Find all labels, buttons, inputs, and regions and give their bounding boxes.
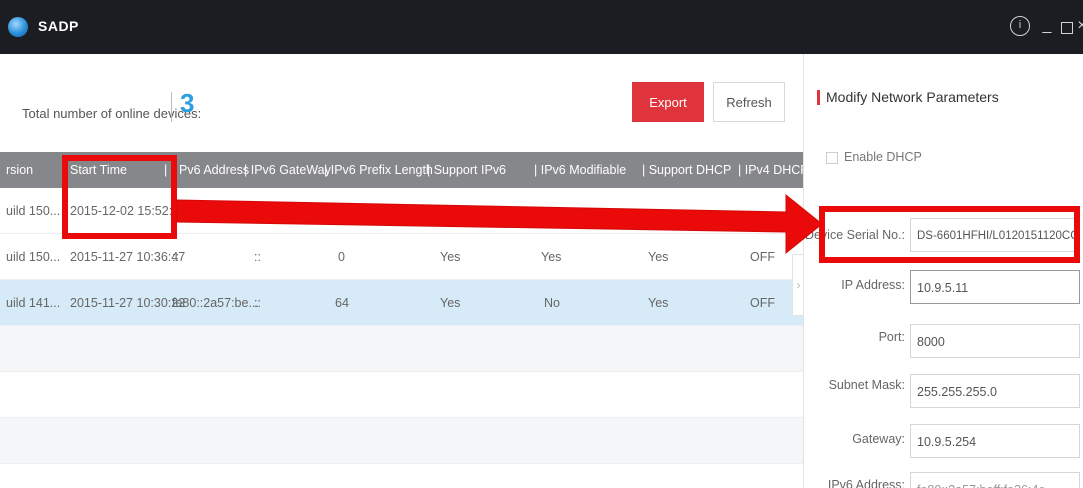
device-list-pane: Total number of online devices: 3 Export…: [0, 54, 803, 488]
cell-support-ipv6: Yes: [440, 296, 461, 310]
column-header-ipv6-modifiable[interactable]: | IPv6 Modifiable: [534, 152, 626, 188]
close-icon[interactable]: ×: [1077, 16, 1083, 36]
cell-ipv6-address: fe80::2a57:be...: [172, 296, 259, 310]
maximize-icon[interactable]: [1061, 22, 1073, 34]
column-header-ipv6-gateway[interactable]: | IPv6 GateWay: [244, 152, 331, 188]
sadp-logo-icon: [8, 17, 28, 37]
cell-start-time: 2015-11-27 10:30:22: [70, 296, 186, 310]
ipv6-address-label: IPv6 Address:: [827, 478, 905, 488]
panel-accent-bar: [817, 90, 820, 105]
cell-version: uild 150...: [6, 250, 61, 264]
export-button[interactable]: Export: [632, 82, 704, 122]
cell-support-ipv6: Yes: [440, 250, 461, 264]
divider: [171, 92, 172, 122]
modify-network-panel: Modify Network Parameters Enable DHCP De…: [803, 54, 1083, 488]
cell-ipv6-gateway: ::: [254, 250, 261, 264]
enable-dhcp-checkbox[interactable]: [826, 152, 838, 164]
ip-address-field[interactable]: 10.9.5.11: [910, 270, 1080, 304]
cell-ipv6-prefix-length: 64: [335, 296, 349, 310]
cell-ipv6-address: ::: [172, 250, 179, 264]
column-header-ipv6-address[interactable]: Pv6 Address: [179, 152, 249, 188]
serial-highlight: [819, 206, 1080, 263]
total-devices-count: 3: [180, 88, 195, 118]
ip-address-label: IP Address:: [841, 278, 905, 292]
cell-ipv4-dhcp: OFF: [750, 296, 775, 310]
port-label: Port:: [878, 330, 905, 344]
minimize-icon[interactable]: _: [1040, 16, 1054, 36]
cell-ipv4-dhcp: OFF: [750, 250, 775, 264]
cell-ipv6-gateway: ::: [254, 296, 261, 310]
title-bar: SADP i _ ×: [0, 0, 1083, 54]
cell-support-dhcp: Yes: [648, 250, 669, 264]
cell-ipv6-modifiable: Yes: [541, 250, 562, 264]
column-header-version[interactable]: rsion: [6, 152, 33, 188]
info-icon[interactable]: i: [1010, 16, 1030, 36]
cell-version: uild 150...: [6, 204, 61, 218]
cell-ipv6-modifiable: No: [544, 296, 560, 310]
subnet-mask-label: Subnet Mask:: [828, 378, 905, 392]
cell-start-time: 2015-11-27 10:36:47: [70, 250, 186, 264]
panel-title: Modify Network Parameters: [826, 89, 999, 105]
app-title: SADP: [38, 18, 79, 34]
cell-ipv6-prefix-length: 0: [338, 250, 345, 264]
port-field[interactable]: 8000: [910, 324, 1080, 358]
subnet-mask-field[interactable]: 255.255.255.0: [910, 374, 1080, 408]
column-header-ipv4-dhcp[interactable]: | IPv4 DHCP: [738, 152, 803, 188]
start-time-highlight: [62, 155, 177, 239]
empty-row: [0, 326, 803, 372]
refresh-button[interactable]: Refresh: [713, 82, 785, 122]
empty-row: [0, 418, 803, 464]
ipv6-address-field[interactable]: fe80::2a57:beff:fe36:4e...: [910, 472, 1080, 488]
enable-dhcp-label: Enable DHCP: [844, 150, 922, 164]
gateway-label: Gateway:: [852, 432, 905, 446]
empty-row: [0, 372, 803, 418]
total-devices-label: Total number of online devices:: [22, 106, 202, 121]
cell-version: uild 141...: [6, 296, 61, 310]
column-header-support-ipv6[interactable]: | Support IPv6: [427, 152, 506, 188]
table-row[interactable]: uild 150... 2015-11-27 10:36:47 :: :: 0 …: [0, 234, 803, 280]
column-header-support-dhcp[interactable]: | Support DHCP: [642, 152, 731, 188]
gateway-field[interactable]: 10.9.5.254: [910, 424, 1080, 458]
column-header-ipv6-prefix-length[interactable]: | IPv6 Prefix Length: [324, 152, 433, 188]
cell-support-dhcp: Yes: [648, 296, 669, 310]
table-row-selected[interactable]: uild 141... 2015-11-27 10:30:22 fe80::2a…: [0, 280, 803, 326]
